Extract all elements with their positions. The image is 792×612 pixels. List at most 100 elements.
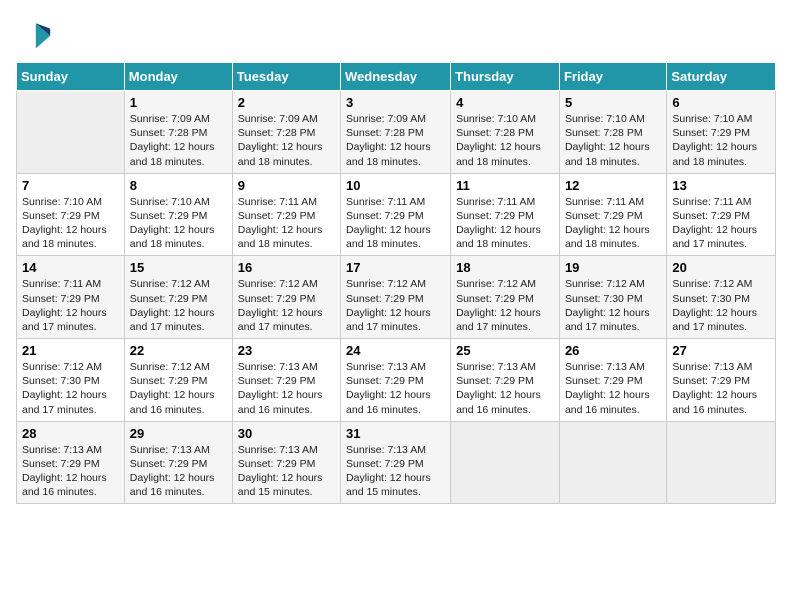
- day-number: 2: [238, 95, 335, 110]
- day-info: Sunrise: 7:13 AMSunset: 7:29 PMDaylight:…: [22, 443, 119, 500]
- day-number: 29: [130, 426, 227, 441]
- calendar-cell: 3 Sunrise: 7:09 AMSunset: 7:28 PMDaylight…: [341, 91, 451, 174]
- weekday-header-saturday: Saturday: [667, 63, 776, 91]
- logo-icon: [16, 16, 52, 52]
- calendar-cell: 30Sunrise: 7:13 AMSunset: 7:29 PMDayligh…: [232, 421, 340, 504]
- day-info: Sunrise: 7:11 AMSunset: 7:29 PMDaylight:…: [672, 195, 770, 252]
- day-number: 16: [238, 260, 335, 275]
- calendar-cell: 11 Sunrise: 7:11 AMSunset: 7:29 PMDayligh…: [451, 173, 560, 256]
- day-number: 14: [22, 260, 119, 275]
- calendar-cell: [451, 421, 560, 504]
- calendar-cell: 10 Sunrise: 7:11 AMSunset: 7:29 PMDayligh…: [341, 173, 451, 256]
- calendar-table: SundayMondayTuesdayWednesdayThursdayFrid…: [16, 62, 776, 504]
- day-number: 27: [672, 343, 770, 358]
- day-number: 9: [238, 178, 335, 193]
- day-info: Sunrise: 7:11 AMSunset: 7:29 PMDaylight:…: [565, 195, 661, 252]
- calendar-cell: 20Sunrise: 7:12 AMSunset: 7:30 PMDayligh…: [667, 256, 776, 339]
- day-number: 20: [672, 260, 770, 275]
- day-number: 23: [238, 343, 335, 358]
- calendar-cell: 29Sunrise: 7:13 AMSunset: 7:29 PMDayligh…: [124, 421, 232, 504]
- day-info: Sunrise: 7:09 AMSunset: 7:28 PMDaylight:…: [346, 112, 445, 169]
- day-info: Sunrise: 7:12 AMSunset: 7:29 PMDaylight:…: [130, 360, 227, 417]
- day-info: Sunrise: 7:13 AMSunset: 7:29 PMDaylight:…: [238, 360, 335, 417]
- day-info: Sunrise: 7:13 AMSunset: 7:29 PMDaylight:…: [456, 360, 554, 417]
- calendar-cell: 12Sunrise: 7:11 AMSunset: 7:29 PMDayligh…: [559, 173, 666, 256]
- calendar-week-1: 1 Sunrise: 7:09 AMSunset: 7:28 PMDaylight…: [17, 91, 776, 174]
- day-number: 10: [346, 178, 445, 193]
- day-info: Sunrise: 7:12 AMSunset: 7:29 PMDaylight:…: [130, 277, 227, 334]
- day-info: Sunrise: 7:13 AMSunset: 7:29 PMDaylight:…: [238, 443, 335, 500]
- day-info: Sunrise: 7:12 AMSunset: 7:29 PMDaylight:…: [346, 277, 445, 334]
- calendar-week-2: 7 Sunrise: 7:10 AMSunset: 7:29 PMDaylight…: [17, 173, 776, 256]
- calendar-cell: 15 Sunrise: 7:12 AMSunset: 7:29 PMDayligh…: [124, 256, 232, 339]
- day-number: 22: [130, 343, 227, 358]
- calendar-cell: [17, 91, 125, 174]
- calendar-cell: 26 Sunrise: 7:13 AMSunset: 7:29 PMDayligh…: [559, 339, 666, 422]
- day-info: Sunrise: 7:11 AMSunset: 7:29 PMDaylight:…: [346, 195, 445, 252]
- calendar-cell: 22 Sunrise: 7:12 AMSunset: 7:29 PMDayligh…: [124, 339, 232, 422]
- calendar-cell: 19 Sunrise: 7:12 AMSunset: 7:30 PMDayligh…: [559, 256, 666, 339]
- calendar-week-4: 21 Sunrise: 7:12 AMSunset: 7:30 PMDayligh…: [17, 339, 776, 422]
- weekday-header-wednesday: Wednesday: [341, 63, 451, 91]
- day-number: 3: [346, 95, 445, 110]
- day-number: 13: [672, 178, 770, 193]
- day-number: 24: [346, 343, 445, 358]
- calendar-cell: 6Sunrise: 7:10 AMSunset: 7:29 PMDaylight…: [667, 91, 776, 174]
- day-number: 26: [565, 343, 661, 358]
- calendar-cell: 7Sunrise: 7:10 AMSunset: 7:29 PMDaylight…: [17, 173, 125, 256]
- page-header: [16, 16, 776, 52]
- calendar-header: SundayMondayTuesdayWednesdayThursdayFrid…: [17, 63, 776, 91]
- calendar-cell: 13 Sunrise: 7:11 AMSunset: 7:29 PMDayligh…: [667, 173, 776, 256]
- day-info: Sunrise: 7:11 AMSunset: 7:29 PMDaylight:…: [238, 195, 335, 252]
- day-number: 7: [22, 178, 119, 193]
- day-info: Sunrise: 7:10 AMSunset: 7:28 PMDaylight:…: [456, 112, 554, 169]
- day-number: 18: [456, 260, 554, 275]
- day-number: 11: [456, 178, 554, 193]
- day-number: 28: [22, 426, 119, 441]
- calendar-cell: 24 Sunrise: 7:13 AMSunset: 7:29 PMDayligh…: [341, 339, 451, 422]
- day-info: Sunrise: 7:10 AMSunset: 7:28 PMDaylight:…: [565, 112, 661, 169]
- day-info: Sunrise: 7:09 AMSunset: 7:28 PMDaylight:…: [130, 112, 227, 169]
- day-info: Sunrise: 7:13 AMSunset: 7:29 PMDaylight:…: [346, 360, 445, 417]
- weekday-header-friday: Friday: [559, 63, 666, 91]
- calendar-cell: 21 Sunrise: 7:12 AMSunset: 7:30 PMDayligh…: [17, 339, 125, 422]
- day-info: Sunrise: 7:12 AMSunset: 7:30 PMDaylight:…: [22, 360, 119, 417]
- day-number: 5: [565, 95, 661, 110]
- day-number: 31: [346, 426, 445, 441]
- day-info: Sunrise: 7:10 AMSunset: 7:29 PMDaylight:…: [130, 195, 227, 252]
- day-info: Sunrise: 7:12 AMSunset: 7:29 PMDaylight:…: [238, 277, 335, 334]
- weekday-header-tuesday: Tuesday: [232, 63, 340, 91]
- day-info: Sunrise: 7:09 AMSunset: 7:28 PMDaylight:…: [238, 112, 335, 169]
- calendar-cell: [559, 421, 666, 504]
- day-info: Sunrise: 7:13 AMSunset: 7:29 PMDaylight:…: [346, 443, 445, 500]
- calendar-cell: 18 Sunrise: 7:12 AMSunset: 7:29 PMDayligh…: [451, 256, 560, 339]
- weekday-header-thursday: Thursday: [451, 63, 560, 91]
- day-info: Sunrise: 7:11 AMSunset: 7:29 PMDaylight:…: [456, 195, 554, 252]
- day-info: Sunrise: 7:12 AMSunset: 7:30 PMDaylight:…: [565, 277, 661, 334]
- calendar-cell: [667, 421, 776, 504]
- day-info: Sunrise: 7:10 AMSunset: 7:29 PMDaylight:…: [672, 112, 770, 169]
- calendar-cell: 14Sunrise: 7:11 AMSunset: 7:29 PMDayligh…: [17, 256, 125, 339]
- logo: [16, 16, 56, 52]
- day-number: 1: [130, 95, 227, 110]
- calendar-cell: 17Sunrise: 7:12 AMSunset: 7:29 PMDayligh…: [341, 256, 451, 339]
- day-info: Sunrise: 7:13 AMSunset: 7:29 PMDaylight:…: [565, 360, 661, 417]
- weekday-header-monday: Monday: [124, 63, 232, 91]
- day-number: 15: [130, 260, 227, 275]
- calendar-cell: 2 Sunrise: 7:09 AMSunset: 7:28 PMDaylight…: [232, 91, 340, 174]
- calendar-cell: 1 Sunrise: 7:09 AMSunset: 7:28 PMDaylight…: [124, 91, 232, 174]
- day-number: 19: [565, 260, 661, 275]
- calendar-week-3: 14Sunrise: 7:11 AMSunset: 7:29 PMDayligh…: [17, 256, 776, 339]
- calendar-cell: 8Sunrise: 7:10 AMSunset: 7:29 PMDaylight…: [124, 173, 232, 256]
- calendar-cell: 16 Sunrise: 7:12 AMSunset: 7:29 PMDayligh…: [232, 256, 340, 339]
- weekday-header-sunday: Sunday: [17, 63, 125, 91]
- calendar-cell: 28 Sunrise: 7:13 AMSunset: 7:29 PMDayligh…: [17, 421, 125, 504]
- calendar-cell: 4 Sunrise: 7:10 AMSunset: 7:28 PMDaylight…: [451, 91, 560, 174]
- day-number: 25: [456, 343, 554, 358]
- day-info: Sunrise: 7:12 AMSunset: 7:29 PMDaylight:…: [456, 277, 554, 334]
- calendar-week-5: 28 Sunrise: 7:13 AMSunset: 7:29 PMDayligh…: [17, 421, 776, 504]
- calendar-cell: 9 Sunrise: 7:11 AMSunset: 7:29 PMDaylight…: [232, 173, 340, 256]
- day-number: 4: [456, 95, 554, 110]
- day-number: 21: [22, 343, 119, 358]
- calendar-cell: 23 Sunrise: 7:13 AMSunset: 7:29 PMDayligh…: [232, 339, 340, 422]
